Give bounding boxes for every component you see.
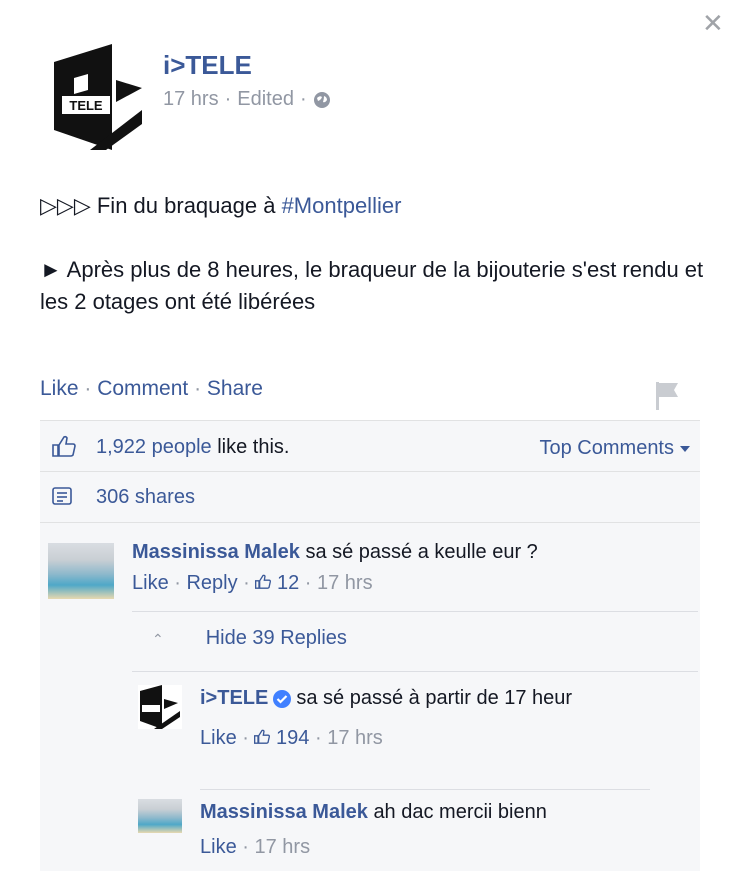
comment-time[interactable]: 17 hrs — [317, 572, 373, 594]
shares-link[interactable]: 306 shares — [96, 486, 195, 509]
reply-time[interactable]: 17 hrs — [327, 727, 383, 749]
like-button[interactable]: Like — [40, 377, 79, 400]
post-line-1: ▷▷▷ Fin du braquage à #Montpellier — [40, 193, 402, 218]
divider — [132, 671, 698, 672]
comment-text: sa sé passé a keulle eur ? — [305, 541, 538, 563]
edited-label[interactable]: Edited — [237, 88, 294, 111]
reply-author[interactable]: i>TELE — [200, 687, 268, 709]
reply-time[interactable]: 17 hrs — [254, 836, 310, 858]
flag-icon[interactable] — [652, 380, 682, 410]
divider — [200, 789, 650, 790]
reply-text: sa sé passé à partir de 17 heur — [296, 687, 573, 709]
likes-summary: 1,922 people like this. Top Comments — [40, 421, 700, 472]
comment: Massinissa Malek sa sé passé a keulle eu… — [132, 541, 538, 595]
caret-down-icon — [680, 445, 690, 452]
share-button[interactable]: Share — [207, 377, 263, 400]
comment-actions: Like · Reply · 12 · 17 hrs — [132, 572, 373, 594]
hide-replies-button[interactable]: ⌃ Hide 39 Replies — [152, 627, 347, 650]
comment-author[interactable]: Massinissa Malek — [132, 541, 300, 563]
top-comments-dropdown[interactable]: Top Comments — [540, 437, 690, 460]
comment-likes-count[interactable]: 12 — [255, 572, 299, 594]
post-meta: 17 hrs · Edited · — [163, 88, 331, 111]
commenter-avatar[interactable] — [48, 543, 114, 599]
logo-text: TELE — [69, 98, 103, 113]
divider — [132, 611, 698, 612]
likes-text: 1,922 people like this. — [96, 436, 290, 458]
small-thumbs-up-icon — [254, 729, 271, 744]
reply-like-button[interactable]: Like — [200, 727, 237, 749]
reply: i>TELE sa sé passé à partir de 17 heur Li… — [200, 683, 640, 753]
verified-badge-icon — [273, 689, 292, 708]
small-thumbs-up-icon — [255, 574, 272, 589]
likes-count-link[interactable]: 1,922 people — [96, 436, 212, 458]
post-time[interactable]: 17 hrs — [163, 88, 219, 111]
shares-summary: 306 shares — [40, 472, 700, 523]
globe-icon[interactable] — [313, 91, 331, 109]
post-line-2: ► Après plus de 8 heures, le braqueur de… — [40, 257, 704, 314]
post-body: ▷▷▷ Fin du braquage à #Montpellier ► Apr… — [40, 190, 720, 318]
thumbs-up-icon — [52, 435, 76, 457]
comment-reply-button[interactable]: Reply — [186, 572, 237, 594]
ufi-panel: 1,922 people like this. Top Comments 306… — [40, 420, 700, 871]
reply-author-avatar[interactable] — [138, 685, 182, 729]
reply-author[interactable]: Massinissa Malek — [200, 801, 368, 823]
reply-actions: Like · 17 hrs — [200, 836, 311, 858]
share-icon — [52, 487, 72, 505]
meta-separator: · — [224, 88, 232, 110]
page-logo[interactable]: TELE — [54, 44, 144, 150]
reply-text: ah dac mercii bienn — [373, 801, 547, 823]
reply-actions: Like · 194 · 17 hrs — [200, 727, 383, 749]
reply-like-button[interactable]: Like — [200, 836, 237, 858]
reply-author-avatar[interactable] — [138, 799, 182, 833]
page-name[interactable]: i>TELE — [163, 50, 252, 81]
meta-separator: · — [299, 88, 307, 110]
hashtag-link[interactable]: #Montpellier — [282, 193, 402, 218]
reply: Massinissa Malek ah dac mercii bienn Lik… — [200, 801, 547, 859]
close-icon[interactable]: ✕ — [702, 10, 724, 36]
reply-likes-count[interactable]: 194 — [254, 727, 309, 749]
comment-button[interactable]: Comment — [97, 377, 188, 400]
post-actions: Like · Comment · Share — [40, 377, 263, 400]
comment-like-button[interactable]: Like — [132, 572, 169, 594]
chevron-up-icon: ⌃ — [152, 631, 164, 647]
